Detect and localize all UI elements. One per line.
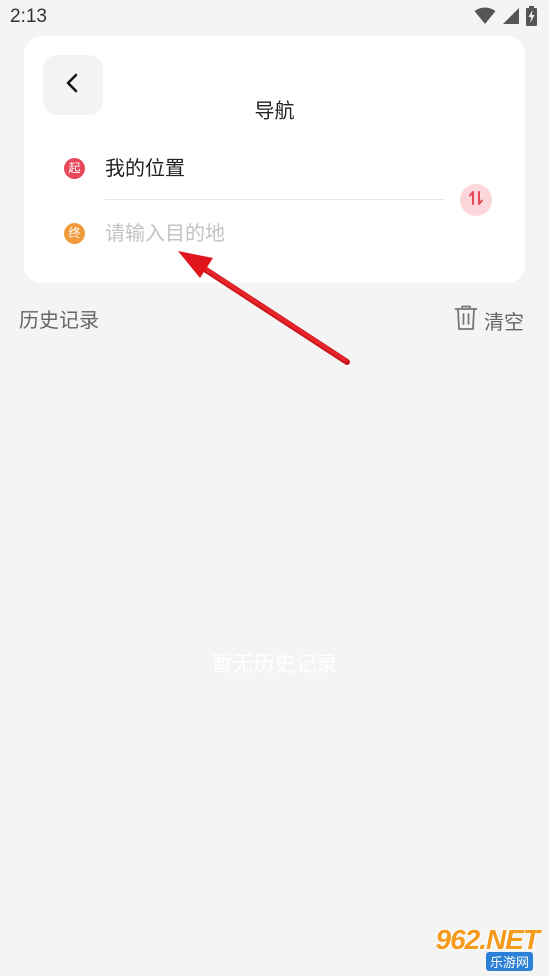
signal-icon <box>502 7 520 29</box>
navigation-screen: 2:13 导航 起 我的位置 终 请输入目的地 历史记录 清空 暂无历史记录 9… <box>0 0 549 976</box>
end-badge: 终 <box>64 223 85 244</box>
empty-history-message: 暂无历史记录 <box>211 652 338 676</box>
trash-icon <box>454 305 478 335</box>
start-badge: 起 <box>64 158 85 179</box>
field-divider <box>105 199 444 200</box>
battery-charging-icon <box>526 6 537 30</box>
status-icons <box>474 6 537 30</box>
destination-input[interactable] <box>105 218 435 248</box>
history-title: 历史记录 <box>19 308 99 332</box>
wifi-icon <box>474 7 496 29</box>
clear-history-button[interactable]: 清空 <box>454 305 524 335</box>
clear-label: 清空 <box>484 309 524 334</box>
watermark-sub-text: 乐游网 <box>485 952 533 971</box>
route-card: 导航 起 我的位置 终 <box>24 36 525 283</box>
start-location-field[interactable]: 我的位置 <box>105 153 185 183</box>
watermark-logo: 962.NET 乐游网 <box>407 924 543 971</box>
status-bar: 2:13 <box>0 0 549 36</box>
swap-icon <box>467 189 485 211</box>
page-title: 导航 <box>254 98 295 123</box>
status-time: 2:13 <box>10 6 47 27</box>
swap-button[interactable] <box>460 184 492 216</box>
